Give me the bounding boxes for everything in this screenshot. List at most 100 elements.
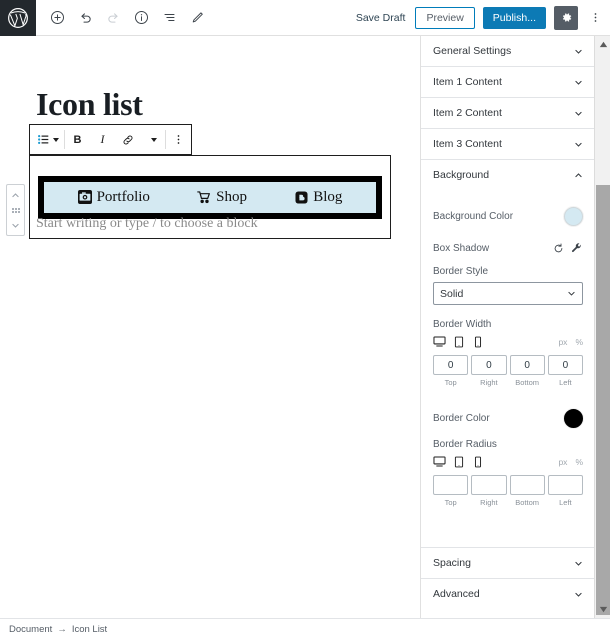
unit-percent[interactable]: % [575,457,583,467]
panel-advanced[interactable]: Advanced [421,578,594,609]
blogger-b-icon [294,190,308,204]
border-width-inputs: Top Right Bottom Left [433,355,583,387]
border-width-device-row: px % [433,335,583,348]
side-label-right: Right [480,498,498,507]
list-item[interactable]: Portfolio [77,189,150,206]
scroll-up-arrow-icon[interactable] [595,36,610,53]
redo-button[interactable] [101,5,126,31]
panel-item-1-content[interactable]: Item 1 Content [421,66,594,97]
border-radius-top-cell: Top [433,475,469,507]
side-label-bottom: Bottom [515,378,539,387]
panel-general-settings[interactable]: General Settings [421,36,594,66]
tablet-icon[interactable] [452,335,465,348]
gear-icon[interactable] [554,5,578,30]
box-shadow-label: Box Shadow [433,243,490,254]
italic-button[interactable]: I [90,125,115,154]
block-settings-sidebar: General Settings Item 1 Content Item 2 C… [420,36,594,618]
chevron-down-icon [575,592,582,597]
wordpress-logo-icon[interactable] [0,0,36,36]
move-up-chevron-up-icon[interactable] [7,188,24,202]
border-radius-left-input[interactable] [547,475,583,495]
border-radius-bottom-input[interactable] [509,475,545,495]
list-item[interactable]: Blog [294,189,342,206]
border-radius-label: Border Radius [433,439,497,450]
edit-pencil-button[interactable] [185,5,210,31]
save-draft-button[interactable]: Save Draft [354,8,408,28]
block-mover-controls[interactable] [6,184,25,236]
border-color-control[interactable]: Border Color [433,409,583,428]
border-color-label: Border Color [433,413,490,424]
breadcrumb-icon-list[interactable]: Icon List [72,624,107,635]
background-color-label: Background Color [433,211,514,222]
border-radius-unit-toggle[interactable]: px % [558,457,583,467]
border-width-control: Border Width px % 0 Top 0 Right 0 Bottom… [433,319,583,387]
panel-background[interactable]: Background [421,159,594,190]
border-width-label: Border Width [433,319,492,330]
preview-button[interactable]: Preview [415,6,475,29]
paragraph-placeholder[interactable]: Start writing or type / to choose a bloc… [36,216,258,232]
more-options-vertical-ellipsis-icon[interactable] [586,6,604,30]
move-down-chevron-down-icon[interactable] [7,218,24,232]
border-style-control: Border Style Solid [433,266,583,305]
list-item-label: Shop [216,188,247,205]
publish-button[interactable]: Publish... [482,6,546,29]
tablet-icon[interactable] [452,455,465,468]
border-radius-device-row: px % [433,455,583,468]
unit-px[interactable]: px [558,457,567,467]
desktop-icon[interactable] [433,455,446,468]
border-radius-inputs: Top Right Bottom Left [433,475,583,507]
background-color-swatch[interactable] [564,207,583,226]
border-radius-top-input[interactable] [433,475,469,495]
mobile-icon[interactable] [471,455,484,468]
bold-button[interactable]: B [65,125,90,154]
border-style-select[interactable]: Solid [433,282,583,305]
panel-item-3-content[interactable]: Item 3 Content [421,128,594,159]
border-radius-bottom-cell: Bottom [509,475,545,507]
border-color-swatch[interactable] [564,409,583,428]
panel-spacing[interactable]: Spacing [421,547,594,578]
side-label-top: Top [444,378,457,387]
mobile-icon[interactable] [471,335,484,348]
more-rich-text-chevron-down-icon[interactable] [140,125,165,154]
block-type-switcher[interactable] [30,125,64,154]
chevron-up-icon [575,172,582,177]
panel-item-2-content[interactable]: Item 2 Content [421,97,594,128]
border-width-right-input[interactable] [471,355,507,375]
chevron-down-icon [568,291,575,296]
unit-px[interactable]: px [558,337,567,347]
page-title[interactable]: Icon list [36,86,143,123]
list-item[interactable]: Shop [197,189,247,206]
border-radius-right-input[interactable] [471,475,507,495]
sidebar-scrollbar[interactable] [594,36,610,618]
side-label-bottom: Bottom [515,498,539,507]
border-width-unit-toggle[interactable]: px % [558,337,583,347]
link-icon[interactable] [115,125,140,154]
rich-text-controls: B I [65,125,165,154]
block-options-vertical-ellipsis-icon[interactable] [166,125,191,154]
scroll-down-arrow-icon[interactable] [595,601,610,618]
unit-percent[interactable]: % [575,337,583,347]
border-width-bottom-input[interactable] [509,355,545,375]
border-width-right-cell: Right [471,355,507,387]
side-label-left: Left [559,498,572,507]
wrench-icon[interactable] [570,242,583,255]
icon-list-block[interactable]: Portfolio Shop Blog [38,175,382,219]
side-label-left: Left [559,378,572,387]
undo-button[interactable] [73,5,98,31]
wordpress-block-editor: Save Draft Preview Publish... Icon list [0,0,610,639]
desktop-icon[interactable] [433,335,446,348]
details-info-button[interactable] [129,5,154,31]
breadcrumb-document[interactable]: Document [9,624,52,635]
chevron-down-icon [575,142,582,147]
sidebar-scrollbar-thumb[interactable] [596,185,610,615]
list-block-icon[interactable] [30,125,64,154]
border-width-top-input[interactable] [433,355,469,375]
border-width-left-cell: Left [547,355,583,387]
drag-handle-icon[interactable] [11,207,20,213]
list-view-button[interactable] [157,5,182,31]
camera-icon [77,190,92,204]
reset-arrow-icon[interactable] [552,242,565,255]
add-block-button[interactable] [45,5,70,31]
border-width-left-input[interactable] [547,355,583,375]
background-color-control[interactable]: Background Color [433,207,583,226]
